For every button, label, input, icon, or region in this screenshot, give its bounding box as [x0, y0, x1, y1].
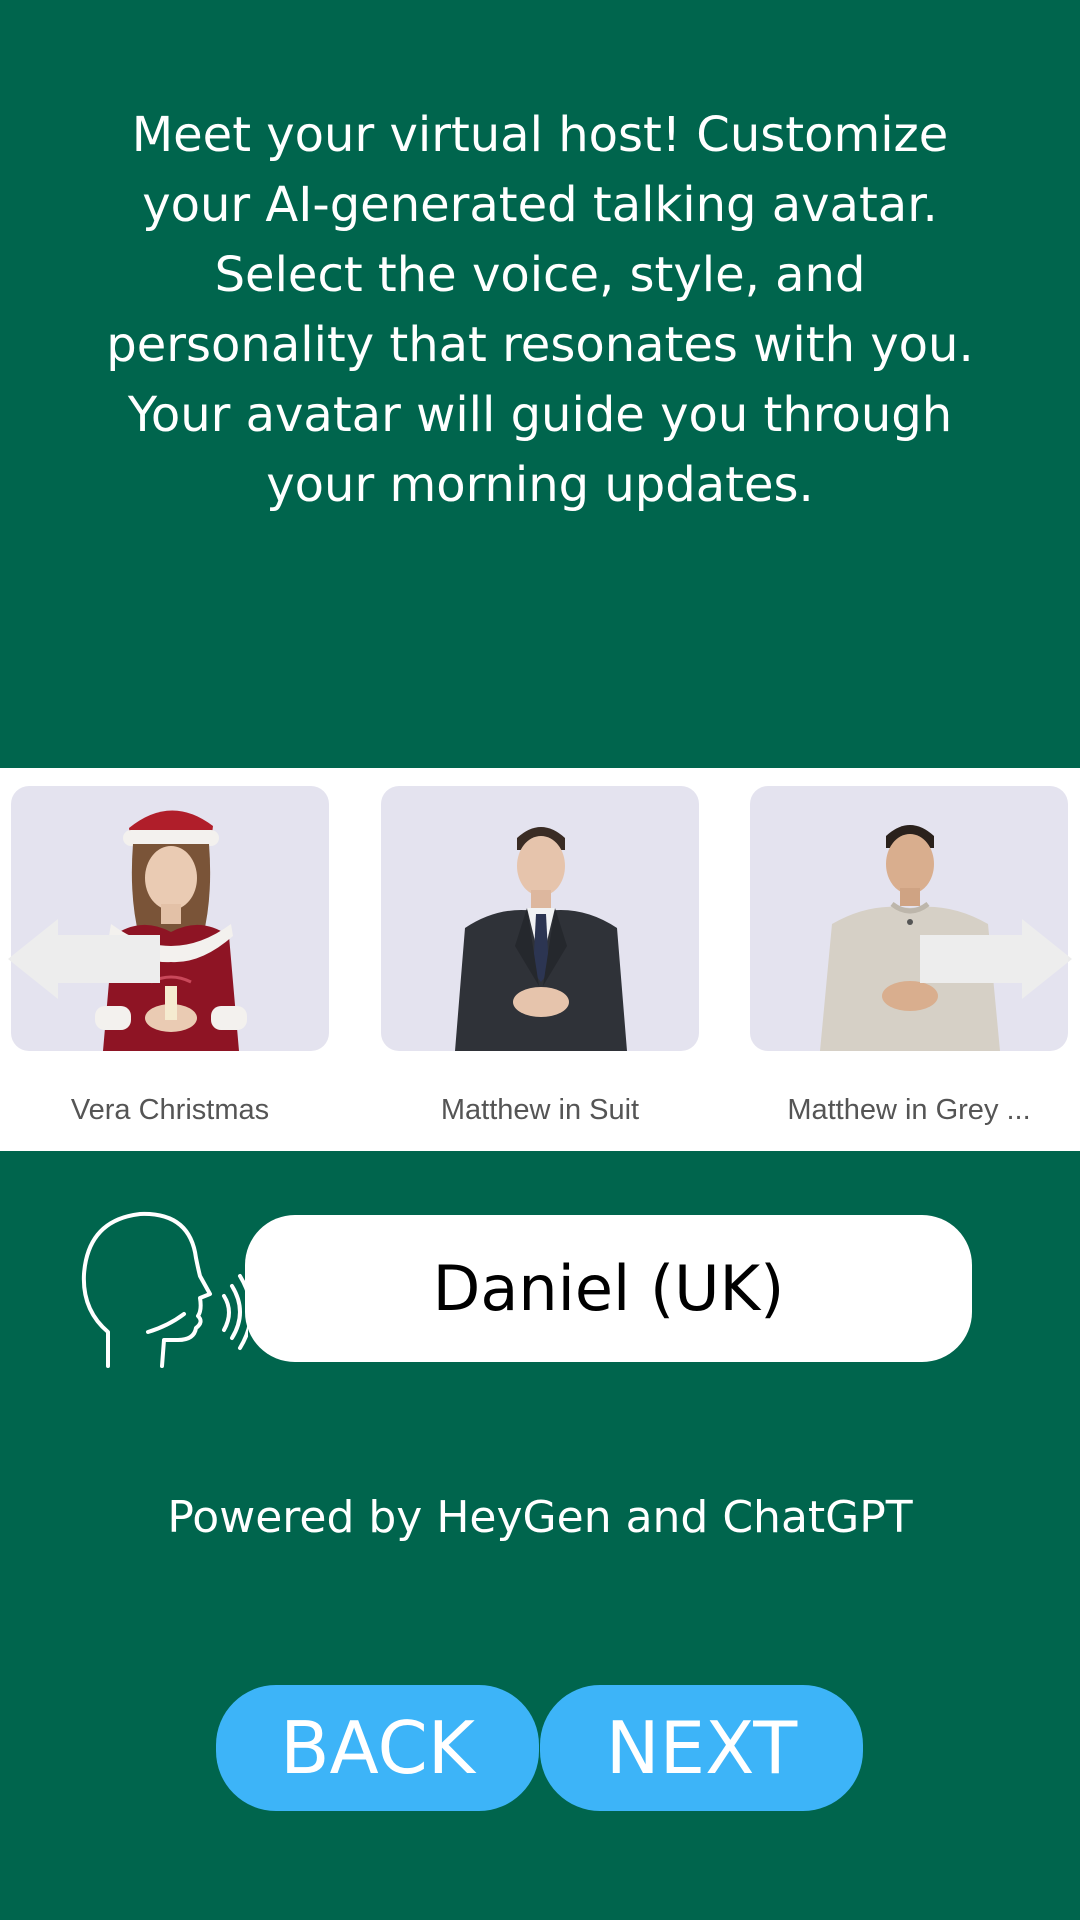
- speaking-head-icon: [78, 1210, 248, 1368]
- back-button[interactable]: BACK: [216, 1685, 539, 1811]
- arrow-right-icon[interactable]: [920, 919, 1080, 999]
- voice-select[interactable]: Daniel (UK): [245, 1215, 972, 1362]
- avatar-name-label: Matthew in Grey ...: [787, 1094, 1031, 1126]
- avatar-card-matthew-suit[interactable]: Matthew in Suit: [381, 786, 699, 1138]
- avatar-name-label: Vera Christmas: [70, 1094, 270, 1126]
- avatar-matthew-suit-image[interactable]: [381, 786, 699, 1051]
- avatar-name-label: Matthew in Suit: [440, 1094, 640, 1126]
- next-button[interactable]: NEXT: [540, 1685, 863, 1811]
- intro-text: Meet your virtual host! Customize your A…: [106, 107, 974, 513]
- avatar-carousel[interactable]: Vera Christmas Matthew in Suit Matthew i…: [0, 768, 1080, 1151]
- arrow-left-icon[interactable]: [0, 919, 160, 999]
- powered-by-text: Powered by HeyGen and ChatGPT: [167, 1492, 913, 1543]
